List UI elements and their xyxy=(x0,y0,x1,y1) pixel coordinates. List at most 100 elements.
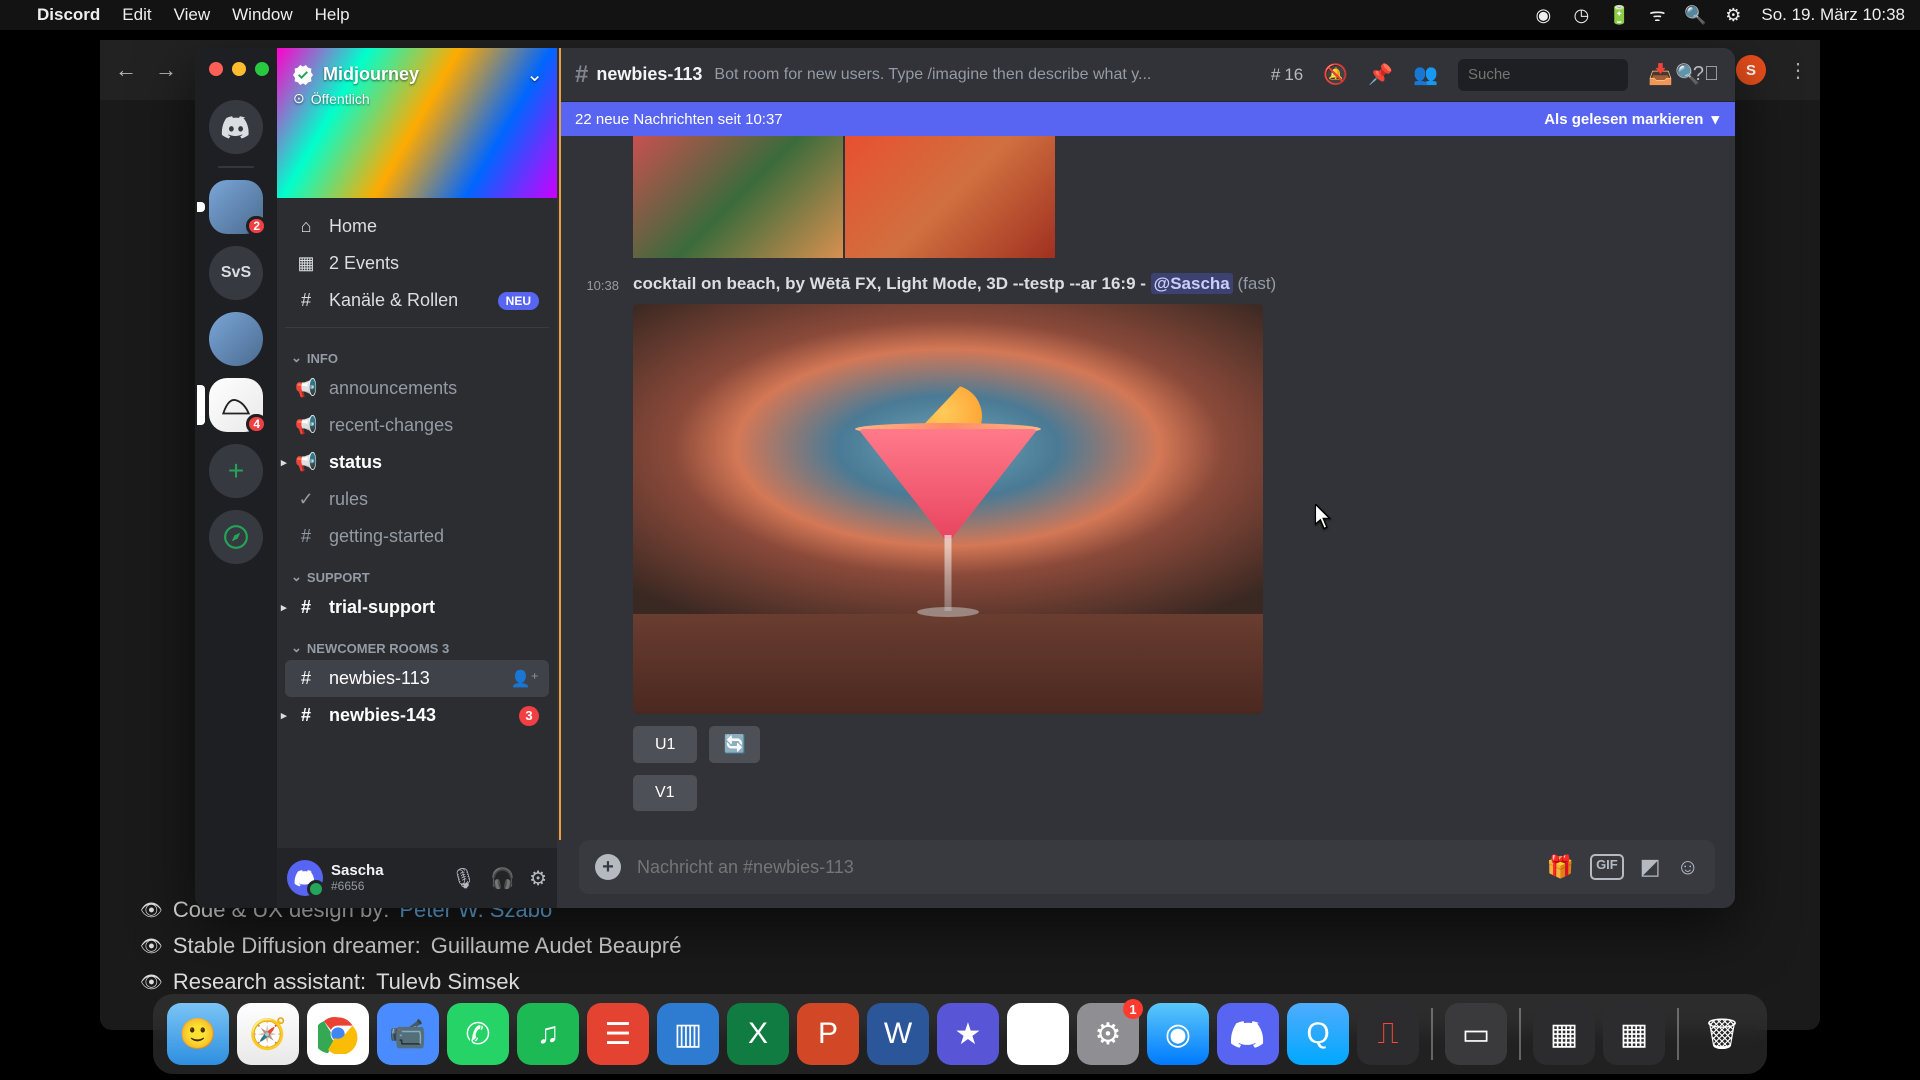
channel-recent-changes[interactable]: 📢recent-changes xyxy=(285,407,549,444)
explore-servers-button[interactable] xyxy=(209,510,263,564)
dock-recent[interactable]: ▦ xyxy=(1603,1003,1665,1065)
dock-voicememos[interactable]: ⎍ xyxy=(1357,1003,1419,1065)
channel-newbies-113[interactable]: #newbies-113👤⁺ xyxy=(285,660,549,697)
window-minimize-button[interactable] xyxy=(232,62,246,76)
channel-newbies-143[interactable]: ▸#newbies-1433 xyxy=(285,697,549,734)
dock-quicktime[interactable]: Q xyxy=(1287,1003,1349,1065)
attach-button[interactable]: + xyxy=(595,854,621,880)
channel-trial-support[interactable]: ▸#trial-support xyxy=(285,589,549,626)
window-close-button[interactable] xyxy=(209,62,223,76)
channel-status[interactable]: ▸📢status xyxy=(285,444,549,481)
variation-v1-button[interactable]: V1 xyxy=(633,775,697,811)
mute-mic-icon[interactable]: 🎙 xyxy=(451,866,476,891)
category-info[interactable]: ⌄INFO xyxy=(285,336,549,370)
dock-whatsapp[interactable]: ✆ xyxy=(447,1003,509,1065)
screenrec-icon[interactable]: ◉ xyxy=(1533,5,1553,25)
menubar-edit[interactable]: Edit xyxy=(122,5,151,25)
server-dropdown-icon[interactable]: ⌄ xyxy=(526,62,543,87)
dock-imovie[interactable]: ★ xyxy=(937,1003,999,1065)
create-invite-icon[interactable]: 👤⁺ xyxy=(511,669,539,689)
server-header[interactable]: Midjourney ⌄ ⊙Öffentlich xyxy=(277,48,557,198)
dock-drive[interactable]: ▲ xyxy=(1007,1003,1069,1065)
menubar-view[interactable]: View xyxy=(174,5,211,25)
server-name: Midjourney xyxy=(323,64,419,85)
user-mention[interactable]: @Sascha xyxy=(1151,273,1233,294)
guild-item[interactable] xyxy=(209,312,263,366)
nav-channels-roles[interactable]: #Kanäle & RollenNEU xyxy=(285,282,549,319)
category-support[interactable]: ⌄SUPPORT xyxy=(285,555,549,589)
menubar-window[interactable]: Window xyxy=(232,5,292,25)
new-messages-banner[interactable]: 22 neue Nachrichten seit 10:37 Als geles… xyxy=(559,102,1735,136)
channel-announcements[interactable]: 📢announcements xyxy=(285,370,549,407)
pinned-icon[interactable]: 📌 xyxy=(1368,62,1393,87)
dock-todoist[interactable]: ☰ xyxy=(587,1003,649,1065)
browser-back-button[interactable]: ← xyxy=(112,56,140,84)
browser-profile-avatar[interactable]: S xyxy=(1736,55,1766,85)
members-icon[interactable]: 👥 xyxy=(1413,62,1438,87)
search-box[interactable]: 🔍 xyxy=(1458,59,1628,91)
deafen-icon[interactable]: 🎧 xyxy=(490,866,515,891)
upscale-u1-button[interactable]: U1 xyxy=(633,726,697,763)
dock-recent[interactable]: ▦ xyxy=(1533,1003,1595,1065)
dock-trash[interactable]: 🗑 xyxy=(1691,1003,1753,1065)
window-zoom-button[interactable] xyxy=(255,62,269,76)
inbox-icon[interactable]: 📥 xyxy=(1648,62,1673,87)
menubar-clock[interactable]: So. 19. März 10:38 xyxy=(1761,5,1905,25)
dock-word[interactable]: W xyxy=(867,1003,929,1065)
dock-trello[interactable]: ▥ xyxy=(657,1003,719,1065)
menubar-help[interactable]: Help xyxy=(315,5,350,25)
dock-discord[interactable] xyxy=(1217,1003,1279,1065)
emoji-icon[interactable]: ☺ xyxy=(1677,854,1699,880)
controlcenter-icon[interactable]: ⚙ xyxy=(1723,5,1743,25)
menubar-app[interactable]: Discord xyxy=(37,5,100,25)
add-server-button[interactable]: + xyxy=(209,444,263,498)
direct-messages-button[interactable] xyxy=(209,100,263,154)
dock-powerpoint[interactable]: P xyxy=(797,1003,859,1065)
message-input[interactable] xyxy=(637,857,1531,878)
user-settings-icon[interactable]: ⚙ xyxy=(529,866,547,891)
browser-menu-icon[interactable]: ⋮ xyxy=(1788,58,1808,83)
clock-icon[interactable]: ◷ xyxy=(1571,5,1591,25)
generated-image[interactable] xyxy=(633,304,1263,714)
guild-midjourney[interactable]: 4 xyxy=(209,378,263,432)
dock-app[interactable]: ▭ xyxy=(1445,1003,1507,1065)
threads-button[interactable]: #16 xyxy=(1271,65,1303,85)
search-input[interactable] xyxy=(1468,66,1667,83)
generated-image[interactable] xyxy=(845,136,1055,258)
guild-item[interactable]: 2 xyxy=(209,180,263,234)
battery-icon[interactable]: 🔋 xyxy=(1609,5,1629,25)
dock-zoom[interactable]: 📹 xyxy=(377,1003,439,1065)
dock-app[interactable]: ◉ xyxy=(1147,1003,1209,1065)
reroll-button[interactable]: 🔄 xyxy=(709,726,759,763)
dock-settings[interactable]: ⚙1 xyxy=(1077,1003,1139,1065)
dock-finder[interactable]: 🙂 xyxy=(167,1003,229,1065)
generated-image[interactable] xyxy=(633,136,843,258)
nav-home[interactable]: ⌂Home xyxy=(285,208,549,245)
category-newcomer[interactable]: ⌄NEWCOMER ROOMS 3 xyxy=(285,626,549,660)
wifi-icon[interactable]: ᯤ xyxy=(1647,5,1667,25)
channel-rules[interactable]: ✓rules xyxy=(285,481,549,518)
mark-read-label[interactable]: Als gelesen markieren xyxy=(1544,111,1703,128)
channel-getting-started[interactable]: #getting-started xyxy=(285,518,549,555)
gif-button[interactable]: GIF xyxy=(1590,854,1624,880)
dock-chrome[interactable] xyxy=(307,1003,369,1065)
dock-spotify[interactable]: ♫ xyxy=(517,1003,579,1065)
user-avatar[interactable] xyxy=(287,860,323,896)
browser-forward-button[interactable]: → xyxy=(152,56,180,84)
guild-svs[interactable]: SvS xyxy=(209,246,263,300)
help-icon[interactable]: ?⃝ xyxy=(1693,63,1719,86)
channel-topic[interactable]: Bot room for new users. Type /imagine th… xyxy=(714,66,1258,84)
macos-dock: 🙂 🧭 📹 ✆ ♫ ☰ ▥ X P W ★ ▲ ⚙1 ◉ Q ⎍ ▭ ▦ ▦ 🗑 xyxy=(153,994,1767,1074)
dock-separator xyxy=(1431,1008,1433,1060)
dock-safari[interactable]: 🧭 xyxy=(237,1003,299,1065)
discord-window: 2 SvS 4 + Midjourney ⌄ ⊙Öffentlich ⌂Home… xyxy=(195,48,1735,908)
spotlight-icon[interactable]: 🔍 xyxy=(1685,5,1705,25)
gift-icon[interactable]: 🎁 xyxy=(1547,854,1574,880)
message-list[interactable]: 10:38 cocktail on beach, by Wētā FX, Lig… xyxy=(559,136,1735,840)
sticker-icon[interactable]: ◩ xyxy=(1640,854,1661,880)
user-info[interactable]: Sascha #6656 xyxy=(331,863,384,893)
notifications-icon[interactable]: 🔕 xyxy=(1323,62,1348,87)
nav-events[interactable]: ▦2 Events xyxy=(285,245,549,282)
previous-message-images[interactable] xyxy=(633,136,1715,258)
dock-excel[interactable]: X xyxy=(727,1003,789,1065)
